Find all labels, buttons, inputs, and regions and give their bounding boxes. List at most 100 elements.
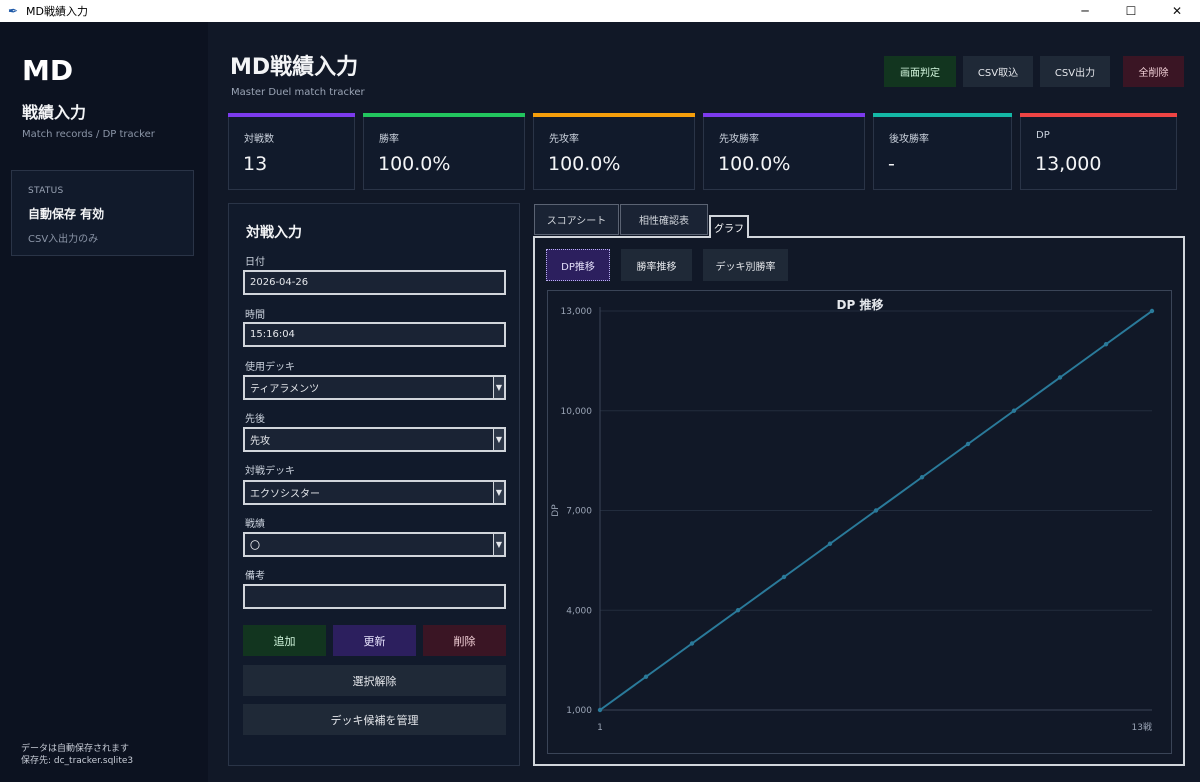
chevron-down-icon[interactable]: ▼ (493, 377, 504, 398)
dp-data-point (643, 674, 649, 679)
feather-icon: ✒ (7, 4, 19, 18)
sidebar-logo: MD (22, 54, 74, 87)
opponent-deck-select[interactable]: エクソシスター ▼ (243, 480, 506, 505)
y-axis-label: DP (551, 504, 561, 517)
opponent-deck-select-value: エクソシスター (250, 489, 320, 500)
tab-score-sheet[interactable]: スコアシート (534, 204, 619, 235)
stat-label: 後攻勝率 (889, 134, 929, 145)
page-subtitle: Master Duel match tracker (231, 87, 365, 98)
x-tick-label: 13戦 (1132, 721, 1152, 733)
dp-data-point (597, 707, 603, 713)
dp-trend-button[interactable]: DP推移 (546, 249, 610, 281)
date-label: 日付 (245, 257, 265, 268)
maximize-button[interactable]: ☐ (1108, 0, 1154, 22)
deck-select-value: ティアラメンツ (250, 384, 320, 395)
stat-value: 100.0% (718, 153, 791, 175)
stat-label: 勝率 (379, 134, 399, 145)
dp-line-chart: DP 推移 1,000 4,000 7,000 10,000 13,000 DP 1 13戦 (551, 297, 1155, 733)
minimize-button[interactable]: ─ (1062, 0, 1108, 22)
date-field[interactable]: 2026-04-26 (243, 270, 506, 295)
status-note: CSV入出力のみ (28, 234, 99, 245)
tab-matchup-table[interactable]: 相性確認表 (620, 204, 708, 235)
dp-chart: DP 推移 1,000 4,000 7,000 10,000 13,000 DP 1 13戦 (547, 290, 1172, 754)
chevron-down-icon[interactable]: ▼ (493, 429, 504, 450)
chevron-down-icon[interactable]: ▼ (493, 534, 504, 555)
status-value: 自動保存 有効 (28, 207, 105, 221)
screen-judge-button[interactable]: 画面判定 (884, 56, 956, 87)
win-rate-trend-button[interactable]: 勝率推移 (621, 249, 692, 281)
stat-value: 100.0% (548, 153, 621, 175)
y-tick-label: 13,000 (561, 307, 593, 317)
deck-win-rate-button[interactable]: デッキ別勝率 (703, 249, 788, 281)
stat-card-first-win-rate: 先攻勝率 100.0% (703, 113, 865, 190)
dp-data-point (827, 541, 833, 546)
stat-card-first-rate: 先攻率 100.0% (533, 113, 695, 190)
y-tick-label: 10,000 (561, 407, 593, 417)
y-tick-label: 4,000 (566, 606, 592, 616)
time-field[interactable]: 15:16:04 (243, 322, 506, 347)
add-button[interactable]: 追加 (243, 625, 326, 656)
csv-export-button[interactable]: CSV出力 (1040, 56, 1110, 87)
update-button[interactable]: 更新 (333, 625, 416, 656)
dp-data-point (1103, 342, 1109, 347)
sidebar-subtitle: Match records / DP tracker (22, 129, 155, 140)
stat-card-second-win-rate: 後攻勝率 - (873, 113, 1012, 190)
delete-button[interactable]: 削除 (423, 625, 506, 656)
dp-data-point (919, 475, 925, 480)
memo-field[interactable] (243, 584, 506, 609)
result-select[interactable]: 〇 ▼ (243, 532, 506, 557)
stat-value: 100.0% (378, 153, 451, 175)
manage-decks-button[interactable]: デッキ候補を管理 (243, 704, 506, 735)
close-button[interactable]: ✕ (1154, 0, 1200, 22)
dp-data-point (873, 508, 879, 513)
deselect-button[interactable]: 選択解除 (243, 665, 506, 696)
sidebar-title: 戦績入力 (22, 103, 87, 122)
turn-select[interactable]: 先攻 ▼ (243, 427, 506, 452)
dp-data-point (965, 441, 971, 447)
chevron-down-icon[interactable]: ▼ (493, 482, 504, 503)
stat-card-matches: 対戦数 13 (228, 113, 355, 190)
stat-accent-bar (873, 113, 1012, 117)
y-tick-label: 7,000 (566, 507, 592, 517)
dp-data-point (1149, 308, 1155, 314)
stat-accent-bar (228, 113, 355, 117)
x-tick-label: 1 (597, 723, 603, 733)
deck-select[interactable]: ティアラメンツ ▼ (243, 375, 506, 400)
stat-accent-bar (363, 113, 525, 117)
opponent-deck-label: 対戦デッキ (245, 466, 295, 477)
status-box: STATUS 自動保存 有効 CSV入出力のみ (11, 170, 194, 256)
stat-label: 対戦数 (244, 134, 274, 145)
tab-graph[interactable]: グラフ (709, 215, 749, 238)
window-title: MD戦績入力 (26, 5, 88, 18)
dp-data-point (735, 608, 741, 613)
delete-all-button[interactable]: 全削除 (1123, 56, 1184, 87)
dp-data-point (781, 574, 787, 580)
stat-value: 13 (243, 153, 268, 175)
stat-value: - (888, 153, 895, 175)
turn-select-value: 先攻 (250, 436, 270, 447)
status-heading: STATUS (28, 186, 64, 196)
dp-data-point (689, 641, 695, 646)
stat-label: 先攻勝率 (719, 134, 759, 145)
turn-label: 先後 (245, 414, 265, 425)
y-tick-label: 1,000 (566, 706, 592, 716)
stat-label: 先攻率 (549, 134, 579, 145)
stat-label: DP (1036, 130, 1050, 141)
window-title-bar: ✒ MD戦績入力 ─ ☐ ✕ (0, 0, 1200, 22)
result-label: 戦績 (245, 519, 265, 530)
result-select-value: 〇 (250, 541, 260, 552)
graph-panel: DP推移 勝率推移 デッキ別勝率 DP 推移 1,000 4,000 7,000 10,… (533, 236, 1185, 766)
csv-import-button[interactable]: CSV取込 (963, 56, 1033, 87)
chart-title: DP 推移 (837, 297, 884, 312)
time-label: 時間 (245, 310, 265, 321)
stat-accent-bar (533, 113, 695, 117)
page-title: MD戦績入力 (230, 55, 359, 80)
memo-label: 備考 (245, 571, 265, 582)
dp-data-point (1011, 408, 1017, 413)
stat-accent-bar (703, 113, 865, 117)
form-title: 対戦入力 (246, 225, 302, 241)
stat-card-win-rate: 勝率 100.0% (363, 113, 525, 190)
sidebar-footer-path: 保存先: dc_tracker.sqlite3 (21, 756, 134, 766)
stat-card-dp: DP 13,000 (1020, 113, 1177, 190)
dp-data-point (1057, 375, 1063, 380)
